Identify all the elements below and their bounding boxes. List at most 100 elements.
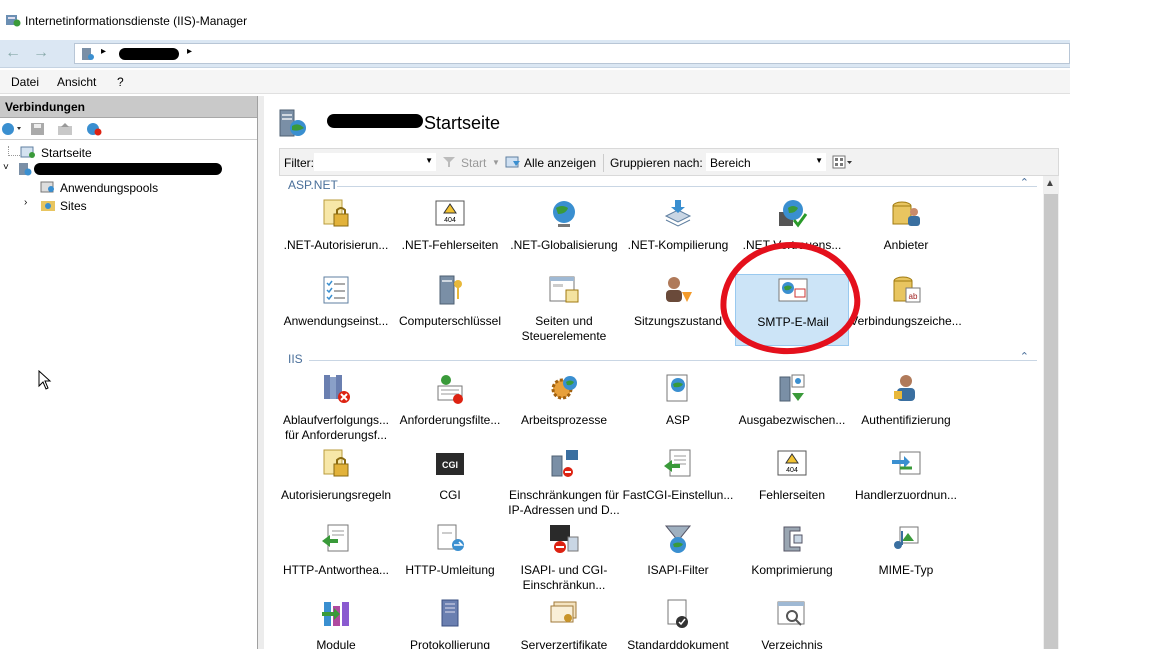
feature-request-filtering[interactable]: Anforderungsfilte... — [393, 373, 507, 445]
feature-error-pages[interactable]: 404 Fehlerseiten — [735, 448, 849, 520]
group-by-select[interactable]: Bereich ▼ — [706, 153, 826, 171]
feature-app-settings[interactable]: Anwendungseinst... — [279, 274, 393, 346]
up-folder-icon[interactable] — [57, 122, 73, 136]
group-header-aspnet[interactable]: ASP.NET ⌃ — [279, 176, 1043, 194]
feature-logging[interactable]: Protokollierung — [393, 598, 507, 649]
feature-output-caching[interactable]: Ausgabezwischen... — [735, 373, 849, 445]
redacted-server-node[interactable] — [34, 163, 222, 175]
vertical-scrollbar[interactable]: ▲ — [1043, 176, 1059, 649]
forward-button[interactable]: → — [30, 43, 52, 65]
books-error-icon — [324, 375, 350, 403]
server-key-icon — [439, 275, 462, 305]
server-home-icon — [279, 109, 306, 137]
breadcrumb-separator[interactable]: ▸ — [101, 46, 106, 57]
group-by-dropdown-arrow[interactable]: ▼ — [815, 156, 823, 165]
start-dropdown-arrow[interactable]: ▼ — [492, 158, 500, 167]
feature-session-state[interactable]: Sitzungszustand — [621, 274, 735, 346]
sites-icon — [41, 201, 55, 211]
scroll-up-icon[interactable]: ▲ — [1045, 178, 1055, 189]
tree-expand-arrow[interactable]: › — [24, 197, 27, 208]
tree-item-sites[interactable]: Sites — [60, 199, 87, 213]
feature-connection-strings[interactable]: ab Verbindungszeiche... — [849, 274, 963, 346]
feature-label: Anwendungseinst... — [283, 314, 389, 328]
feature-net-globalization[interactable]: .NET-Globalisierung — [507, 198, 621, 270]
view-mode-icon[interactable] — [832, 155, 854, 169]
database-ab-icon: ab — [893, 276, 921, 303]
feature-machine-key[interactable]: Computerschlüssel — [393, 274, 507, 346]
menu-file[interactable]: Datei — [11, 75, 39, 89]
menu-help[interactable]: ? — [117, 75, 124, 89]
modules-icon — [322, 602, 349, 626]
show-all-button[interactable]: Alle anzeigen — [524, 156, 596, 170]
feature-directory-browsing[interactable]: Verzeichnis — [735, 598, 849, 649]
feature-label: Serverzertifikate — [520, 638, 608, 649]
feature-label: .NET-Vertrauens... — [742, 238, 842, 252]
feature-default-document[interactable]: Standarddokument — [621, 598, 735, 649]
feature-fastcgi[interactable]: FastCGI-Einstellun... — [621, 448, 735, 520]
cgi-restrict-icon — [550, 525, 579, 553]
filter-input[interactable]: ▼ — [314, 153, 436, 171]
funnel-icon — [443, 157, 455, 167]
feature-label: Komprimierung — [751, 563, 833, 577]
feature-label: Ausgabezwischen... — [738, 413, 846, 427]
feature-worker-processes[interactable]: Arbeitsprozesse — [507, 373, 621, 445]
feature-label: ISAPI-Filter — [647, 563, 709, 577]
feature-http-redirect[interactable]: HTTP-Umleitung — [393, 523, 507, 595]
feature-authorization-rules[interactable]: Autorisierungsregeln — [279, 448, 393, 520]
disconnect-icon[interactable] — [86, 122, 102, 136]
back-button[interactable]: ← — [2, 43, 24, 65]
feature-authentication[interactable]: Authentifizierung — [849, 373, 963, 445]
feature-cgi[interactable]: CGI CGI — [393, 448, 507, 520]
feature-pages-controls[interactable]: Seiten und Steuerelemente — [507, 274, 621, 346]
feature-asp[interactable]: ASP — [621, 373, 735, 445]
feature-failed-request-tracing[interactable]: Ablaufverfolgungs... für Anforderungsf..… — [279, 373, 393, 445]
feature-ip-restrictions[interactable]: Einschränkungen für IP-Adressen und D... — [507, 448, 621, 520]
feature-label: MIME-Typ — [878, 563, 934, 577]
filter-dropdown-arrow[interactable]: ▼ — [425, 156, 433, 165]
feature-net-compilation[interactable]: .NET-Kompilierung — [621, 198, 735, 270]
document-globe-icon — [666, 374, 688, 402]
collapse-icon[interactable]: ⌃ — [1020, 350, 1029, 363]
filter-list-icon — [437, 375, 463, 404]
feature-label: CGI — [439, 488, 461, 502]
page-title: Startseite — [424, 113, 501, 133]
feature-label: Autorisierungsregeln — [280, 488, 392, 502]
scrollbar-thumb[interactable] — [1044, 194, 1058, 649]
feature-http-response-headers[interactable]: HTTP-Antworthea... — [279, 523, 393, 595]
address-bar[interactable]: ▸ ▸ — [74, 43, 1070, 64]
feature-net-trust-levels[interactable]: .NET-Vertrauens... — [735, 198, 849, 270]
feature-providers[interactable]: Anbieter — [849, 198, 963, 270]
feature-modules[interactable]: Module — [279, 598, 393, 649]
feature-server-certificates[interactable]: Serverzertifikate — [507, 598, 621, 649]
group-header-iis[interactable]: IIS ⌃ — [279, 350, 1043, 368]
feature-label: Computerschlüssel — [398, 314, 502, 328]
feature-label: Anbieter — [883, 238, 929, 252]
collapse-icon[interactable]: ⌃ — [1020, 176, 1029, 189]
connect-icon[interactable] — [1, 122, 23, 136]
feature-net-authorization[interactable]: .NET-Autorisierun... — [279, 198, 393, 270]
show-all-icon — [505, 156, 520, 168]
tree-item-startseite[interactable]: Startseite — [41, 146, 92, 160]
feature-isapi-filters[interactable]: ISAPI-Filter — [621, 523, 735, 595]
feature-mime-types[interactable]: MIME-Typ — [849, 523, 963, 595]
feature-smtp-email[interactable]: SMTP-E-Mail — [735, 274, 849, 346]
feature-net-error-pages[interactable]: 404 .NET-Fehlerseiten — [393, 198, 507, 270]
feature-isapi-cgi-restrictions[interactable]: ISAPI- und CGI-Einschränkun... — [507, 523, 621, 595]
title-bar: Internetinformationsdienste (IIS)-Manage… — [0, 0, 1070, 40]
breadcrumb-separator-end[interactable]: ▸ — [187, 46, 192, 57]
feature-compression[interactable]: Komprimierung — [735, 523, 849, 595]
group-by-label: Gruppieren nach: — [610, 156, 703, 170]
feature-label: .NET-Fehlerseiten — [401, 238, 499, 252]
feature-label: FastCGI-Einstellun... — [622, 488, 734, 502]
menu-view[interactable]: Ansicht — [57, 75, 96, 89]
feature-handler-mappings[interactable]: Handlerzuordnun... — [849, 448, 963, 520]
page-controls-icon — [549, 276, 579, 303]
tree-collapse-arrow[interactable]: ˅ — [3, 162, 9, 173]
feature-label: Anforderungsfilte... — [399, 413, 501, 427]
save-icon[interactable] — [30, 122, 46, 136]
server-cache-icon — [779, 374, 805, 402]
feature-label: HTTP-Umleitung — [405, 563, 495, 577]
badge-404: 404 — [444, 217, 456, 224]
tree-item-app-pools[interactable]: Anwendungspools — [60, 181, 158, 195]
start-filter-button[interactable]: Start — [461, 156, 486, 170]
